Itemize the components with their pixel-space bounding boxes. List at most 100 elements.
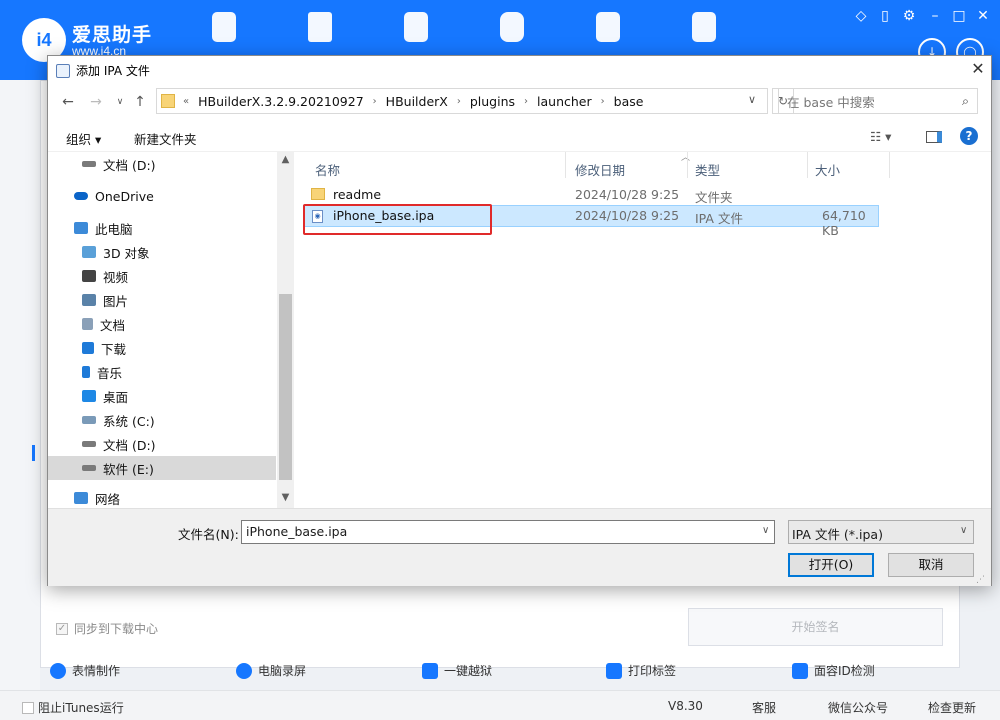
up-arrow-icon[interactable]: ↑ xyxy=(130,92,150,112)
new-folder-button[interactable]: 新建文件夹 xyxy=(134,129,197,148)
support-link[interactable]: 客服 xyxy=(752,699,776,716)
computer-icon xyxy=(74,222,88,234)
refresh-tool-icon[interactable] xyxy=(500,12,524,42)
nav-label: 网络 xyxy=(95,491,121,507)
breadcrumb-sep-icon: › xyxy=(524,95,529,107)
breadcrumb-item[interactable]: HBuilderX.3.2.9.20210927 xyxy=(198,94,364,109)
skin-icon[interactable]: ◇ xyxy=(852,8,870,24)
preview-pane-icon[interactable] xyxy=(926,131,942,143)
video-icon xyxy=(82,270,96,282)
settings-icon[interactable]: ⚙ xyxy=(900,8,918,24)
nav-item-docs-d-top[interactable]: 文档 (D:) xyxy=(48,152,276,176)
help-icon[interactable]: ? xyxy=(960,127,978,145)
nav-item-documents[interactable]: 文档 xyxy=(48,312,276,336)
nav-item-software-e[interactable]: 软件 (E:) xyxy=(48,456,276,480)
nav-label: 文档 xyxy=(100,317,126,333)
phone-icon[interactable] xyxy=(212,12,236,42)
tool-emoji[interactable]: 表情制作 xyxy=(50,662,120,679)
nav-item-pictures[interactable]: 图片 xyxy=(48,288,276,312)
nav-item-music[interactable]: 音乐 xyxy=(48,360,276,384)
search-placeholder: 在 base 中搜索 xyxy=(787,94,875,110)
tool-label: 面容ID检测 xyxy=(814,664,875,678)
music-file-icon[interactable] xyxy=(404,12,428,42)
tool-label: 电脑录屏 xyxy=(258,664,307,678)
nav-item-network[interactable]: 网络 xyxy=(48,486,276,508)
organize-menu[interactable]: 组织 ▾ xyxy=(66,129,101,148)
nav-item-downloads[interactable]: 下载 xyxy=(48,336,276,360)
nav-label: 软件 (E:) xyxy=(103,461,154,477)
dialog-footer: 文件名(N): iPhone_base.ipa ∨ IPA 文件 (*.ipa)… xyxy=(48,508,991,586)
column-divider[interactable] xyxy=(687,152,688,178)
check-update-link[interactable]: 检查更新 xyxy=(928,699,976,716)
filename-input[interactable]: iPhone_base.ipa xyxy=(241,520,775,544)
nav-item-this-pc[interactable]: 此电脑 xyxy=(48,216,276,240)
scroll-down-icon[interactable]: ▼ xyxy=(277,492,294,503)
feedback-icon[interactable]: ▯ xyxy=(876,8,894,24)
dialog-toolbar: 组织 ▾ 新建文件夹 ☷ ▾ xyxy=(48,120,991,152)
nav-scroll-thumb[interactable] xyxy=(279,294,292,480)
tool-screen-record[interactable]: 电脑录屏 xyxy=(236,662,306,679)
toolbox-icon[interactable] xyxy=(596,12,620,42)
column-name[interactable]: 名称 xyxy=(315,160,340,179)
scroll-up-icon[interactable]: ▲ xyxy=(277,154,294,165)
start-sign-button[interactable]: 开始签名 xyxy=(688,608,943,646)
nav-item-docs-d[interactable]: 文档 (D:) xyxy=(48,432,276,456)
cube-icon xyxy=(82,246,96,258)
dialog-close-icon[interactable]: ✕ xyxy=(966,58,990,80)
wechat-link[interactable]: 微信公众号 xyxy=(828,699,888,716)
recent-locations-icon[interactable]: ∨ xyxy=(110,92,130,112)
tool-jailbreak[interactable]: 一键越狱 xyxy=(422,662,492,679)
cancel-button[interactable]: 取消 xyxy=(888,553,974,577)
nav-item-desktop[interactable]: 桌面 xyxy=(48,384,276,408)
file-row-readme[interactable]: readme 2024/10/28 9:25 文件夹 xyxy=(303,184,879,206)
breadcrumb-item[interactable]: launcher xyxy=(537,94,592,109)
nav-item-3d-objects[interactable]: 3D 对象 xyxy=(48,240,276,264)
filetype-dropdown-icon[interactable]: ∨ xyxy=(960,525,967,536)
block-itunes-toggle[interactable]: 阻止iTunes运行 xyxy=(22,699,124,716)
drive-icon xyxy=(82,441,96,447)
tool-label: 一键越狱 xyxy=(444,664,493,678)
minimize-icon[interactable]: – xyxy=(926,8,944,24)
maximize-icon[interactable]: □ xyxy=(950,8,968,24)
document-icon xyxy=(82,318,93,330)
nav-item-onedrive[interactable]: OneDrive xyxy=(48,184,276,208)
address-bar[interactable]: « HBuilderX.3.2.9.20210927 › HBuilderX › p… xyxy=(156,88,768,114)
nav-item-system-c[interactable]: 系统 (C:) xyxy=(48,408,276,432)
search-input[interactable]: 在 base 中搜索 ⌕ xyxy=(778,88,978,114)
column-divider[interactable] xyxy=(807,152,808,178)
tool-print-label[interactable]: 打印标签 xyxy=(606,662,676,679)
emoji-icon xyxy=(50,662,66,679)
column-modified[interactable]: 修改日期 xyxy=(575,160,625,179)
breadcrumb-item[interactable]: plugins xyxy=(470,94,515,109)
back-arrow-icon[interactable]: ← xyxy=(58,92,78,112)
tool-faceid[interactable]: 面容ID检测 xyxy=(792,662,875,679)
sync-checkbox[interactable]: ✓ xyxy=(56,622,68,635)
breadcrumb-item[interactable]: HBuilderX xyxy=(386,94,448,109)
open-button[interactable]: 打开(O) xyxy=(788,553,874,577)
sync-checkbox-row[interactable]: ✓ 同步到下载中心 xyxy=(56,620,158,637)
view-options-icon[interactable]: ☷ ▾ xyxy=(870,129,891,144)
column-divider[interactable] xyxy=(889,152,890,178)
store-bag-icon[interactable] xyxy=(692,12,716,42)
record-icon xyxy=(236,662,252,679)
column-size[interactable]: 大小 xyxy=(815,160,840,179)
nav-item-videos[interactable]: 视频 xyxy=(48,264,276,288)
filetype-select[interactable]: IPA 文件 (*.ipa) xyxy=(788,520,974,544)
highlight-annotation xyxy=(303,204,492,235)
resize-grip-icon[interactable]: ⋰ xyxy=(976,575,985,585)
picture-icon xyxy=(82,294,96,306)
apps-cube-icon[interactable] xyxy=(308,12,332,42)
folder-icon xyxy=(311,188,325,200)
breadcrumb-sep-icon: › xyxy=(372,95,377,107)
column-divider[interactable] xyxy=(565,152,566,178)
close-icon[interactable]: ✕ xyxy=(974,8,992,24)
address-overflow[interactable]: « xyxy=(183,96,189,107)
breadcrumb-item[interactable]: base xyxy=(614,94,644,109)
forward-arrow-icon[interactable]: → xyxy=(86,92,106,112)
add-ipa-dialog: 添加 IPA 文件 ✕ ← → ∨ ↑ « HBuilderX.3.2.9.20… xyxy=(47,55,992,586)
block-itunes-checkbox[interactable] xyxy=(22,701,34,714)
sync-label: 同步到下载中心 xyxy=(74,622,159,636)
filename-dropdown-icon[interactable]: ∨ xyxy=(762,525,769,536)
nav-label: 系统 (C:) xyxy=(103,413,155,429)
column-type[interactable]: 类型 xyxy=(695,160,720,179)
